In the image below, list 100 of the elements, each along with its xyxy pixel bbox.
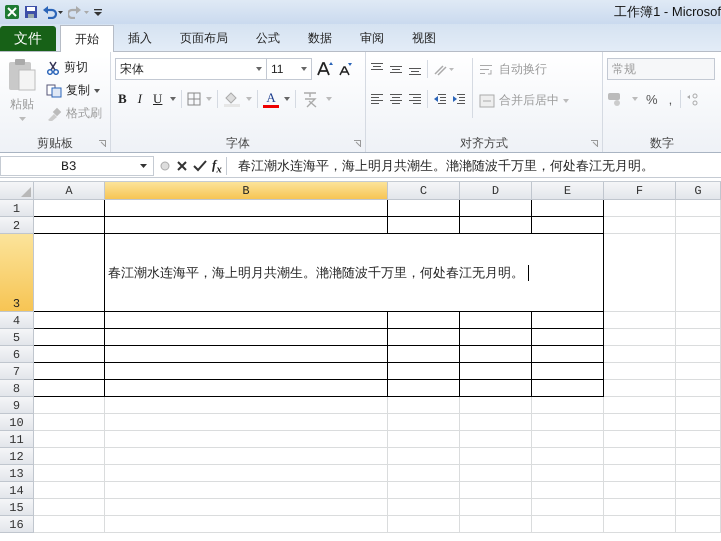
table-cell[interactable] <box>105 312 388 329</box>
borders-icon[interactable] <box>187 92 202 106</box>
table-cell[interactable] <box>34 380 105 397</box>
table-cell[interactable] <box>532 380 604 397</box>
fill-bucket-icon[interactable] <box>223 91 242 107</box>
customize-menu-icon[interactable] <box>94 7 102 17</box>
row-header[interactable]: 5 <box>0 329 34 346</box>
table-cell[interactable] <box>460 217 532 234</box>
ribbon-tab[interactable]: 插入 <box>114 26 166 51</box>
row-header[interactable]: 14 <box>0 482 34 499</box>
decimal-icon[interactable] <box>686 92 700 106</box>
row-header[interactable]: 15 <box>0 499 34 516</box>
column-header[interactable]: F <box>604 182 676 200</box>
table-cell[interactable] <box>34 312 105 329</box>
column-header[interactable]: D <box>460 182 532 200</box>
font-name-field[interactable]: 宋体 <box>115 58 267 80</box>
table-cell[interactable] <box>34 363 105 380</box>
save-icon[interactable] <box>24 5 38 19</box>
table-cell[interactable] <box>34 200 105 217</box>
table-cell[interactable] <box>34 329 105 346</box>
bold-button[interactable]: B <box>115 89 130 109</box>
ribbon-tab[interactable]: 公式 <box>242 26 294 51</box>
ribbon-tab[interactable]: 数据 <box>294 26 346 51</box>
table-cell[interactable] <box>105 329 388 346</box>
caret-icon[interactable] <box>284 97 290 101</box>
table-cell[interactable] <box>532 217 604 234</box>
enter-check-icon[interactable] <box>193 160 207 172</box>
grip-icon[interactable] <box>159 159 171 173</box>
table-cell[interactable] <box>388 329 460 346</box>
column-header[interactable]: G <box>676 182 721 200</box>
dialog-launcher-icon[interactable] <box>99 140 106 147</box>
table-cell[interactable] <box>105 346 388 363</box>
percent-button[interactable]: % <box>643 89 661 109</box>
table-cell[interactable] <box>532 346 604 363</box>
align-left-icon[interactable] <box>370 92 384 106</box>
row-header[interactable]: 11 <box>0 431 34 448</box>
row-header[interactable]: 8 <box>0 380 34 397</box>
table-cell[interactable]: 春江潮水连海平，海上明月共潮生。滟滟随波千万里，何处春江无月明。 <box>105 234 604 312</box>
dialog-launcher-icon[interactable] <box>354 140 361 147</box>
table-cell[interactable] <box>460 200 532 217</box>
row-header[interactable]: 3 <box>0 234 34 312</box>
name-box[interactable]: B3 <box>0 156 154 176</box>
table-cell[interactable] <box>460 346 532 363</box>
table-cell[interactable] <box>388 312 460 329</box>
column-header[interactable]: E <box>532 182 604 200</box>
table-cell[interactable] <box>105 217 388 234</box>
comma-button[interactable]: , <box>666 89 676 109</box>
increase-indent-icon[interactable] <box>452 92 466 106</box>
shrink-font-icon[interactable] <box>338 62 352 76</box>
table-cell[interactable] <box>532 200 604 217</box>
row-header[interactable]: 1 <box>0 200 34 217</box>
ribbon-tab[interactable]: 开始 <box>60 25 114 52</box>
italic-button[interactable]: I <box>134 89 146 109</box>
clipboard-button[interactable]: 剪切 <box>46 58 102 77</box>
table-cell[interactable] <box>460 312 532 329</box>
undo-icon[interactable] <box>42 5 64 19</box>
row-header[interactable]: 7 <box>0 363 34 380</box>
table-cell[interactable] <box>460 329 532 346</box>
grow-font-icon[interactable] <box>317 61 333 77</box>
row-header[interactable]: 9 <box>0 397 34 414</box>
table-cell[interactable] <box>388 217 460 234</box>
font-size-field[interactable]: 11 <box>266 58 312 80</box>
table-cell[interactable] <box>388 363 460 380</box>
table-cell[interactable] <box>460 380 532 397</box>
formula-field[interactable]: 春江潮水连海平，海上明月共潮生。滟滟随波千万里，何处春江无月明。 <box>232 157 721 175</box>
decrease-indent-icon[interactable] <box>433 92 447 106</box>
font-color-button[interactable]: A <box>263 90 279 108</box>
column-header[interactable]: B <box>105 182 388 200</box>
table-cell[interactable] <box>532 312 604 329</box>
caret-icon[interactable] <box>170 97 176 101</box>
table-cell[interactable] <box>105 363 388 380</box>
table-cell[interactable] <box>388 346 460 363</box>
dialog-launcher-icon[interactable] <box>591 140 598 147</box>
row-header[interactable]: 13 <box>0 465 34 482</box>
table-cell[interactable] <box>34 346 105 363</box>
row-header[interactable]: 2 <box>0 217 34 234</box>
column-header[interactable]: C <box>388 182 460 200</box>
align-center-icon[interactable] <box>389 92 403 106</box>
table-cell[interactable] <box>532 329 604 346</box>
row-header[interactable]: 4 <box>0 312 34 329</box>
ribbon-tab[interactable]: 视图 <box>398 26 450 51</box>
align-right-icon[interactable] <box>408 92 422 106</box>
select-all-corner[interactable] <box>0 182 34 200</box>
table-cell[interactable] <box>532 363 604 380</box>
column-header[interactable]: A <box>34 182 105 200</box>
ribbon-tab[interactable]: 审阅 <box>346 26 398 51</box>
clipboard-button[interactable]: 复制 <box>46 81 102 100</box>
ribbon-tab[interactable]: 页面布局 <box>166 26 242 51</box>
file-tab[interactable]: 文件 <box>0 26 56 51</box>
table-cell[interactable] <box>460 363 532 380</box>
row-header[interactable]: 6 <box>0 346 34 363</box>
table-cell[interactable] <box>105 380 388 397</box>
row-header[interactable]: 16 <box>0 516 34 533</box>
excel-logo-icon[interactable] <box>4 4 20 20</box>
row-header[interactable]: 10 <box>0 414 34 431</box>
table-cell[interactable] <box>388 200 460 217</box>
table-cell[interactable] <box>388 380 460 397</box>
table-cell[interactable] <box>34 217 105 234</box>
cancel-icon[interactable] <box>176 160 188 172</box>
insert-function-button[interactable]: f$_{x}$ <box>212 156 227 176</box>
